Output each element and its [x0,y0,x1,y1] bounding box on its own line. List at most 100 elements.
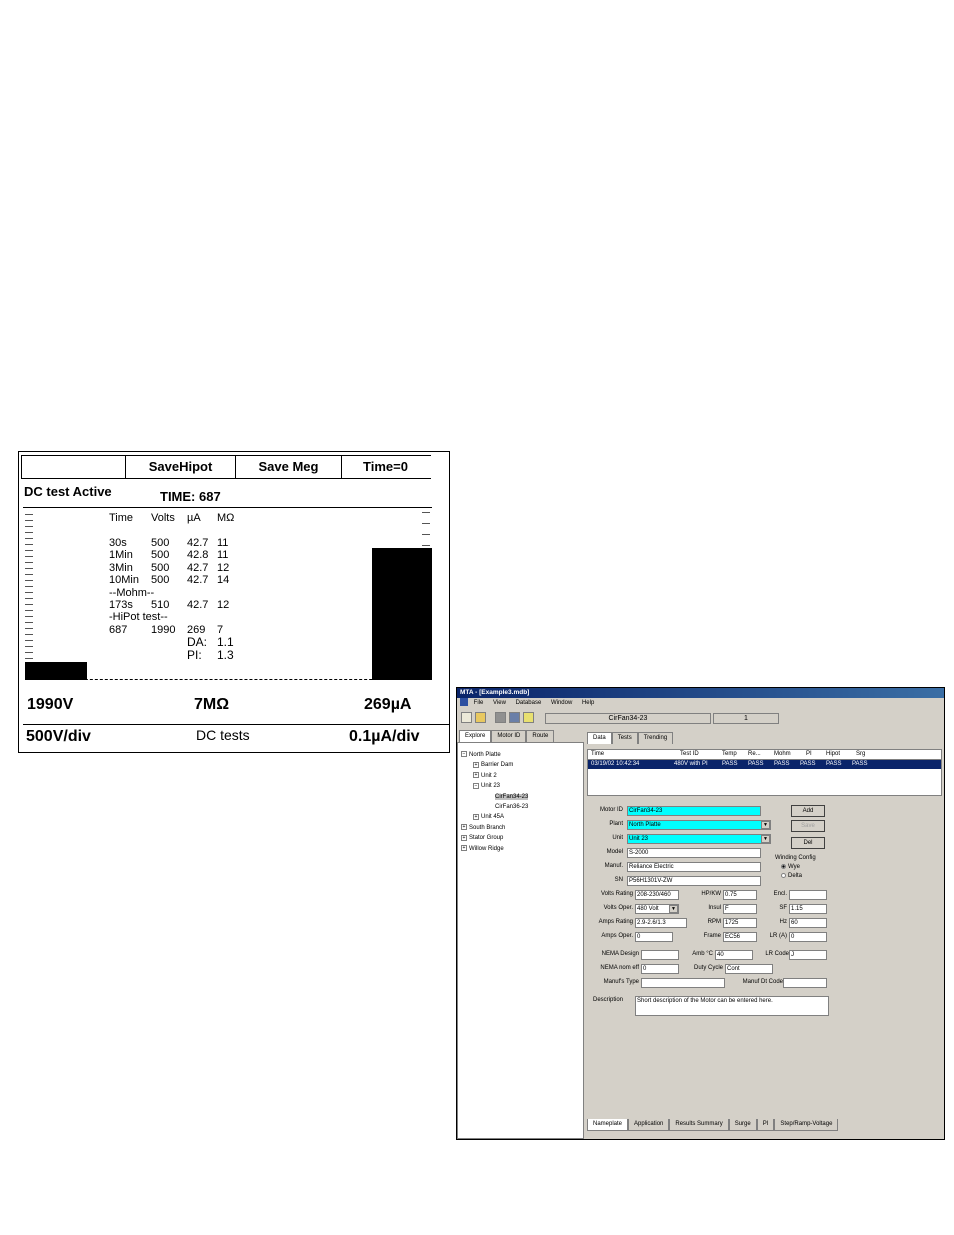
duty-cycle-field[interactable]: Cont [725,964,773,974]
lr-amps-field[interactable]: 0 [789,932,827,942]
current-bar [372,548,432,680]
hpkw-field[interactable]: 0.75 [723,890,757,900]
encl-field[interactable] [789,890,827,900]
section-label-hipot: -HiPot test-- [109,611,168,624]
print-icon[interactable] [495,712,506,723]
manuf-type-field[interactable] [641,978,725,988]
cell: 1990 [151,623,176,636]
hz-field[interactable]: 60 [789,918,827,928]
collapse-icon[interactable]: − [473,782,479,789]
tab-surge[interactable]: Surge [728,1119,757,1131]
sf-field[interactable]: 1.15 [789,904,827,914]
collapse-icon[interactable]: − [461,751,467,758]
tab-route[interactable]: Route [526,730,555,742]
key-icon[interactable] [523,712,534,723]
chevron-down-icon[interactable]: ▼ [761,835,770,843]
tree-item-selected[interactable]: CirFan34-23 [461,792,529,802]
tab-application[interactable]: Application [628,1119,670,1131]
col-pi[interactable]: PI [806,751,812,757]
cell: 11 [217,537,229,549]
tree-item[interactable]: + Stator Group [461,833,528,843]
tree-item[interactable]: + Willow Ridge [461,844,528,854]
ambient-field[interactable]: 40 [715,950,753,960]
tree-item[interactable]: + Unit 2 [461,771,528,781]
lr-code-field[interactable]: J [789,950,827,960]
save-button[interactable]: Save [791,820,825,832]
col-hipot[interactable]: Hipot [826,751,840,757]
tree-item[interactable]: + South Branch [461,823,528,833]
frame-field[interactable]: EC56 [723,932,757,942]
manuf-label: Manuf. [604,863,623,869]
menu-database[interactable]: Database [516,698,542,709]
col-test-id[interactable]: Test ID [680,751,699,757]
softkey-blank[interactable] [21,456,125,478]
new-file-icon[interactable] [461,712,472,723]
app-icon[interactable] [460,698,468,707]
tree-item[interactable]: CirFan36-23 [461,802,528,812]
chevron-down-icon[interactable]: ▼ [669,905,678,913]
rpm-field[interactable]: 1725 [723,918,757,928]
tab-step-ramp-voltage[interactable]: Step/Ramp-Voltage [774,1119,839,1131]
col-header-mohm: MΩ [217,512,235,524]
col-time[interactable]: Time [591,751,604,757]
table-row[interactable]: 03/19/02 10:42:34 480V with PI PASS PASS… [588,760,941,769]
time-reset-softkey[interactable]: Time=0 [341,456,429,478]
col-surge[interactable]: Srg [856,751,865,757]
delta-radio[interactable]: Delta [781,873,802,879]
expand-icon[interactable]: + [461,845,467,852]
insul-field[interactable]: F [723,904,757,914]
nema-eff-field[interactable]: 0 [641,964,679,974]
expand-icon[interactable]: + [473,761,479,768]
tab-motor-id[interactable]: Motor ID [491,730,527,742]
tab-pi[interactable]: PI [756,1119,775,1131]
chevron-down-icon[interactable]: ▼ [761,821,770,829]
col-resistance[interactable]: Re... [748,751,761,757]
manuf-date-code-label: Manuf Dt Code [742,979,783,985]
amps-oper-field[interactable]: 0 [635,932,673,942]
volts-rating-field[interactable]: 208-230/460 [635,890,679,900]
nema-design-field[interactable] [641,950,679,960]
manuf-date-code-field[interactable] [783,978,827,988]
reading-row: 10Min 500 42.7 14 [109,574,238,586]
cell-time: 03/19/02 10:42:34 [591,761,640,767]
open-folder-icon[interactable] [475,712,486,723]
plant-select[interactable]: North Platte [627,820,771,830]
expand-icon[interactable]: + [461,834,467,841]
tree-item[interactable]: + Unit 45A [461,812,528,822]
wye-radio[interactable]: Wye [781,864,800,870]
expand-icon[interactable]: + [461,824,467,831]
amps-rating-field[interactable]: 2.9-2.6/1.3 [635,918,687,928]
tree-item[interactable]: + Barrier Dam [461,760,528,770]
tab-nameplate[interactable]: Nameplate [587,1119,629,1131]
menu-help[interactable]: Help [582,698,594,709]
model-field[interactable]: S-2000 [627,848,761,858]
cell: 500 [151,561,170,574]
save-meg-softkey[interactable]: Save Meg [235,456,341,478]
site-tree: − North Platte + Barrier Dam + Unit 2 − Unit… [461,750,529,854]
expand-icon[interactable]: + [473,772,479,779]
unit-select[interactable]: Unit 23 [627,834,771,844]
tab-tests[interactable]: Tests [611,732,638,744]
tab-data[interactable]: Data [587,732,612,744]
menu-view[interactable]: View [493,698,506,709]
description-textarea[interactable]: Short description of the Motor can be en… [635,996,829,1016]
manuf-field[interactable]: Reliance Electric [627,862,761,872]
tree-item[interactable]: − North Platte [461,750,528,760]
menu-file[interactable]: File [474,698,484,709]
test-results-grid: Time Test ID Temp Re... Mohm PI Hipot Sr… [587,749,942,796]
tree-item[interactable]: − Unit 23 [461,781,528,791]
save-hipot-softkey[interactable]: SaveHipot [125,456,235,478]
col-temp[interactable]: Temp [722,751,737,757]
add-button[interactable]: Add [791,805,825,817]
delete-button[interactable]: Del [791,837,825,849]
motor-id-field[interactable]: CirFan34-23 [627,806,761,816]
database-icon[interactable] [509,712,520,723]
menu-window[interactable]: Window [551,698,572,709]
col-mohm[interactable]: Mohm [774,751,791,757]
tab-explore[interactable]: Explore [459,730,492,742]
expand-icon[interactable]: + [473,813,479,820]
cell: 687 [109,623,128,636]
sn-field[interactable]: P56H1301V-ZW [627,876,761,886]
tab-trending[interactable]: Trending [637,732,674,744]
tab-results-summary[interactable]: Results Summary [669,1119,729,1131]
